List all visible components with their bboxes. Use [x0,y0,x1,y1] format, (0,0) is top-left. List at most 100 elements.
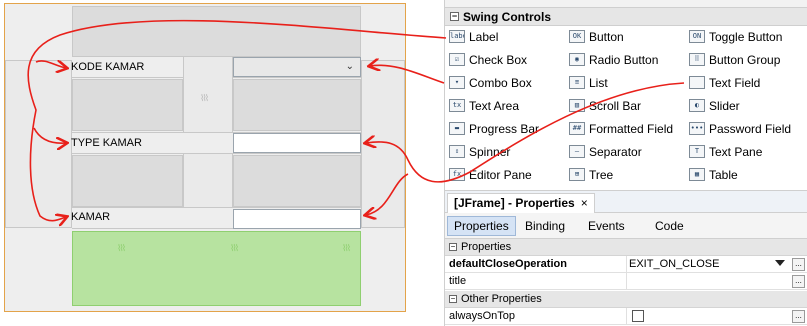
left-spacer-column [5,60,72,228]
previous-category-edge [445,0,807,8]
palette-item-button-group[interactable]: ⠿ Button Group [689,49,807,71]
panel-zigzag-icon: ⌇⌇⌇ [117,244,126,254]
palette-item-label: Tree [589,168,614,182]
ellipsis-button[interactable]: ... [792,310,805,323]
property-row-always-on-top[interactable]: alwaysOnTop ... [445,308,807,325]
spinner-icon: ⇕ [449,145,465,158]
tab-properties[interactable]: Properties [447,216,516,236]
palette-item-text-field[interactable]: Text Field [689,72,807,94]
property-name: alwaysOnTop [449,310,516,322]
column-divider [626,256,627,273]
property-row-default-close-operation[interactable]: defaultCloseOperation EXIT_ON_CLOSE ... [445,256,807,273]
kamar-text-field[interactable] [233,209,361,229]
palette-item-progress-bar[interactable]: ▬ Progress Bar [449,118,569,140]
ellipsis-button[interactable]: ... [792,275,805,288]
property-name: title [449,275,467,287]
palette-item-label: Radio Button [589,53,659,67]
column-divider [626,273,627,290]
palette-item-separator[interactable]: — Separator [569,141,689,163]
collapse-icon[interactable]: − [449,243,457,251]
palette-item-scroll-bar[interactable]: ▥ Scroll Bar [569,95,689,117]
palette-item-button[interactable]: OK Button [569,26,689,48]
editor-pane-icon: fx [449,168,465,181]
property-name: defaultCloseOperation [449,258,567,270]
palette-item-toggle-button[interactable]: ON Toggle Button [689,26,807,48]
list-icon: ≡ [569,76,585,89]
spacer-cell-3 [72,155,183,207]
password-field-icon: ••• [689,122,705,135]
property-row-title[interactable]: title ... [445,273,807,290]
spacer-cell-4 [233,155,361,207]
palette-item-editor-pane[interactable]: fx Editor Pane [449,164,569,186]
palette-item-tree[interactable]: ⊞ Tree [569,164,689,186]
palette-item-list[interactable]: ≡ List [569,72,689,94]
jframe-form[interactable]: KODE KAMAR ⌄ ⌇⌇⌇ TYPE KAMAR KAMAR ⌇⌇⌇ ⌇⌇… [4,3,406,312]
button-icon: OK [569,30,585,43]
spacer-cell-1 [72,79,183,131]
other-properties-section-header[interactable]: − Other Properties [445,291,807,308]
properties-window-title: [JFrame] - Properties [454,196,575,210]
palette-item-label: Scroll Bar [589,99,642,113]
kode-kamar-label[interactable]: KODE KAMAR [71,61,144,73]
type-kamar-label[interactable]: TYPE KAMAR [71,137,142,149]
properties-title-bar: [JFrame] - Properties × [445,191,807,213]
close-icon[interactable]: × [581,196,588,210]
toggle-button-icon: ON [689,30,705,43]
palette-item-label[interactable]: label Label [449,26,569,48]
column-divider [626,308,627,325]
palette-item-radio-button[interactable]: ◉ Radio Button [569,49,689,71]
ellipsis-button[interactable]: ... [792,258,805,271]
palette-item-password-field[interactable]: ••• Password Field [689,118,807,140]
tab-events[interactable]: Events [582,216,631,236]
text-field-icon [689,76,705,89]
palette-item-label: List [589,76,608,90]
scroll-bar-icon: ▥ [569,99,585,112]
palette-item-label: Slider [709,99,740,113]
dropdown-arrow-icon[interactable] [775,260,785,266]
palette-item-check-box[interactable]: ☑ Check Box [449,49,569,71]
other-properties-section-title: Other Properties [461,293,542,305]
radio-button-icon: ◉ [569,53,585,66]
palette-item-text-pane[interactable]: T Text Pane [689,141,807,163]
palette-item-label: Password Field [709,122,792,136]
property-value[interactable]: EXIT_ON_CLOSE [629,256,719,273]
button-group-icon: ⠿ [689,53,705,66]
always-on-top-checkbox[interactable] [632,310,644,322]
chevron-down-icon[interactable]: ⌄ [346,61,354,72]
kamar-label[interactable]: KAMAR [71,211,110,223]
properties-panel: [JFrame] - Properties × Properties Bindin… [444,190,807,326]
form-designer-canvas[interactable]: KODE KAMAR ⌄ ⌇⌇⌇ TYPE KAMAR KAMAR ⌇⌇⌇ ⌇⌇… [0,0,440,326]
green-panel[interactable] [72,231,361,306]
spacer-cell-2 [233,79,361,131]
kode-kamar-combo-box[interactable]: ⌄ [233,57,361,77]
collapse-icon[interactable]: − [450,12,459,21]
palette-panel: − Swing Controls label Label OK Button ON Tog… [444,0,807,190]
palette-item-table[interactable]: ▦ Table [689,164,807,186]
palette-item-label: Separator [589,145,642,159]
palette-item-label: Spinner [469,145,511,159]
swing-controls-header[interactable]: − Swing Controls [445,8,807,26]
tree-icon: ⊞ [569,168,585,181]
palette-item-text-area[interactable]: tx Text Area [449,95,569,117]
formatted-field-icon: ## [569,122,585,135]
palette-item-slider[interactable]: ◐ Slider [689,95,807,117]
palette-item-combo-box[interactable]: ▾ Combo Box [449,72,569,94]
properties-section-title: Properties [461,241,512,253]
properties-section-header[interactable]: − Properties [445,239,807,256]
tab-binding[interactable]: Binding [519,216,571,236]
properties-window-tab[interactable]: [JFrame] - Properties × [447,193,595,213]
type-kamar-text-field[interactable] [233,133,361,153]
palette-item-label: Text Field [709,76,761,90]
palette-item-spinner[interactable]: ⇕ Spinner [449,141,569,163]
collapse-icon[interactable]: − [449,295,457,303]
tab-code[interactable]: Code [649,216,690,236]
separator-icon: — [569,145,585,158]
palette-item-formatted-field[interactable]: ## Formatted Field [569,118,689,140]
palette-item-label: Label [469,30,499,44]
gap-zigzag-icon: ⌇⌇⌇ [200,94,209,104]
palette-item-label: Combo Box [469,76,532,90]
palette-item-label: Button Group [709,53,781,67]
progress-bar-icon: ▬ [449,122,465,135]
palette-item-label: Formatted Field [589,122,674,136]
palette-item-label: Progress Bar [469,122,540,136]
